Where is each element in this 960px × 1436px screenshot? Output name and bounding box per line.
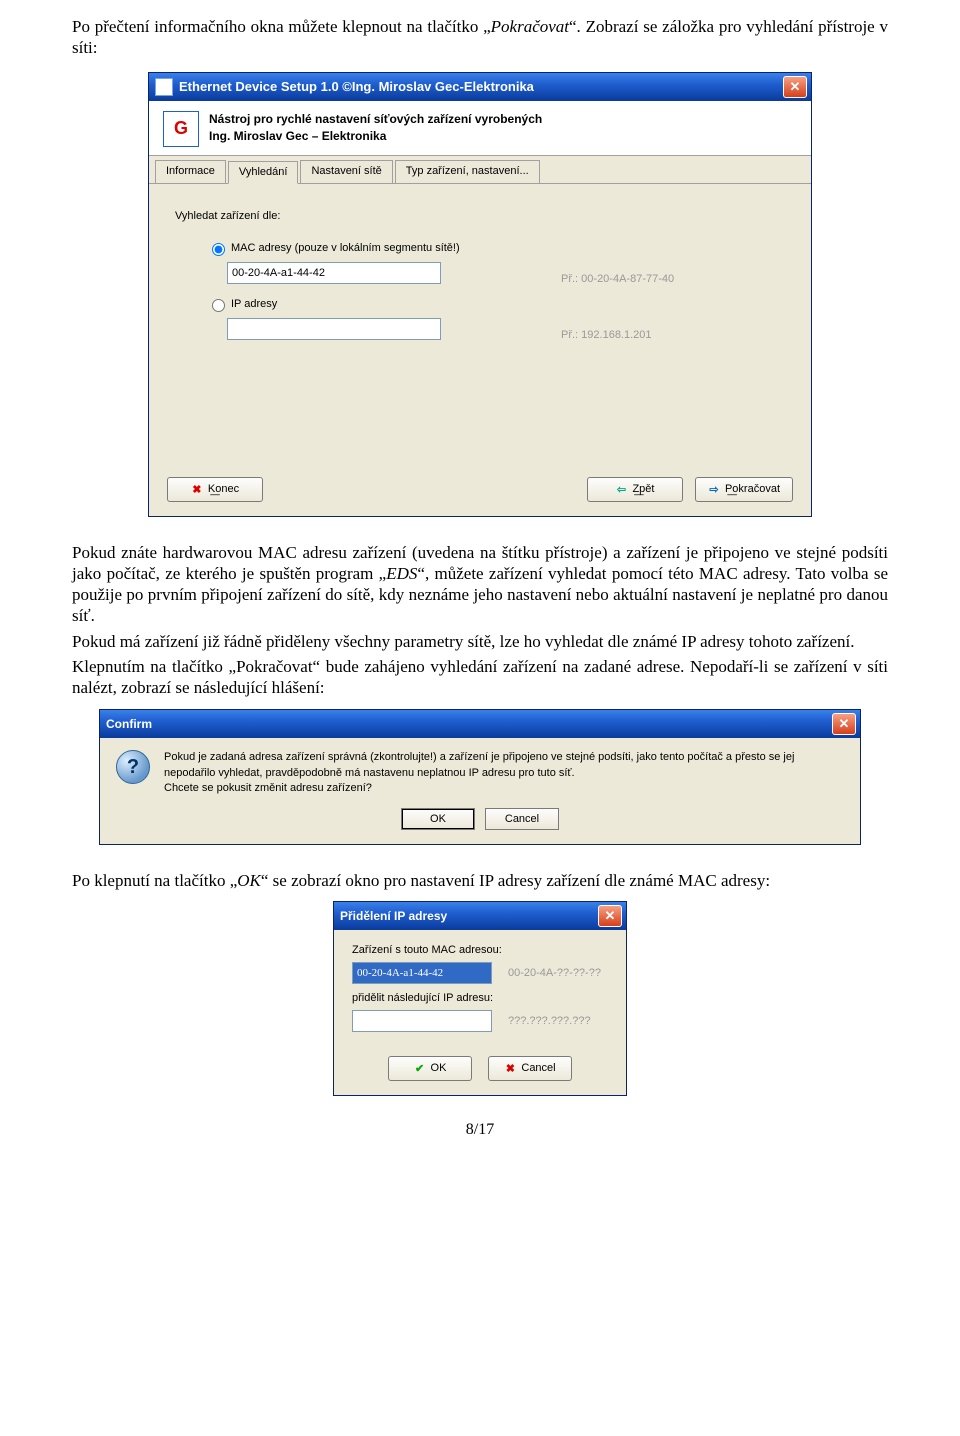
confirm-title: Confirm [106, 717, 832, 731]
titlebar: Confirm ✕ [100, 710, 860, 738]
paragraph-2: Pokud znáte hardwarovou MAC adresu zaříz… [72, 542, 888, 627]
text-italic: Pokračovat [491, 17, 569, 36]
titlebar: Ethernet Device Setup 1.0 ©Ing. Miroslav… [149, 73, 811, 101]
tab-informace[interactable]: Informace [155, 160, 226, 183]
arrow-left-icon: ⇦ [615, 483, 627, 495]
mac-example: Př.: 00-20-4A-87-77-40 [561, 273, 674, 285]
next-label: P͟okračovat [725, 483, 780, 495]
tab-strip: Informace Vyhledání Nastavení sítě Typ z… [149, 156, 811, 184]
brand-icon: G [163, 111, 199, 147]
cancel-label: Cancel [521, 1062, 555, 1074]
assign-mac-input[interactable] [352, 962, 492, 984]
exit-button[interactable]: ✖ K͟onec [167, 477, 263, 502]
close-icon: ✕ [605, 908, 616, 924]
page-number: 8/17 [72, 1121, 888, 1139]
banner-line-2: Ing. Miroslav Gec – Elektronika [209, 128, 542, 145]
confirm-line-1: Pokud je zadaná adresa zařízení správná … [164, 750, 844, 781]
radio-mac-row: MAC adresy (pouze v lokálním segmentu sí… [207, 240, 785, 256]
radio-ip[interactable] [212, 299, 225, 312]
close-button[interactable]: ✕ [832, 713, 856, 735]
close-icon: ✖ [504, 1062, 516, 1074]
confirm-body: ? Pokud je zadaná adresa zařízení správn… [100, 738, 860, 802]
radio-ip-label[interactable]: IP adresy [231, 298, 277, 310]
window-title: Ethernet Device Setup 1.0 ©Ing. Miroslav… [179, 79, 783, 94]
banner: G Nástroj pro rychlé nastavení síťových … [149, 101, 811, 156]
text: Po klepnutí na tlačítko „ [72, 871, 237, 890]
ip-assign-dialog: Přidělení IP adresy ✕ Zařízení s touto M… [334, 902, 626, 1095]
assign-buttons: ✔ OK ✖ Cancel [334, 1050, 626, 1095]
paragraph-1: Po přečtení informačního okna můžete kle… [72, 16, 888, 59]
tab-typ-zarizeni[interactable]: Typ zařízení, nastavení... [395, 160, 540, 183]
titlebar: Přidělení IP adresy ✕ [334, 902, 626, 930]
close-button[interactable]: ✕ [783, 76, 807, 98]
tab-nastaveni-site[interactable]: Nastavení sítě [300, 160, 392, 183]
mac-input[interactable] [227, 262, 441, 284]
confirm-text: Pokud je zadaná adresa zařízení správná … [164, 750, 844, 796]
text-italic: OK [237, 871, 261, 890]
cancel-button[interactable]: ✖ Cancel [488, 1056, 572, 1081]
close-icon: ✕ [790, 79, 801, 95]
confirm-buttons: OK Cancel [100, 802, 860, 844]
text: Po přečtení informačního okna můžete kle… [72, 17, 491, 36]
radio-mac[interactable] [212, 243, 225, 256]
tab-body: Vyhledat zařízení dle: MAC adresy (pouze… [149, 184, 811, 466]
confirm-line-2: Chcete se pokusit změnit adresu zařízení… [164, 781, 844, 796]
ok-button[interactable]: OK [401, 808, 475, 830]
confirm-dialog: Confirm ✕ ? Pokud je zadaná adresa zaříz… [100, 710, 860, 844]
ip-input[interactable] [227, 318, 441, 340]
close-button[interactable]: ✕ [598, 905, 622, 927]
exit-label: K͟onec [208, 483, 239, 495]
setup-window: Ethernet Device Setup 1.0 ©Ing. Miroslav… [149, 73, 811, 516]
ok-button[interactable]: ✔ OK [388, 1056, 472, 1081]
check-icon: ✔ [414, 1062, 426, 1074]
paragraph-3: Pokud má zařízení již řádně přiděleny vš… [72, 631, 888, 652]
assign-ip-input[interactable] [352, 1010, 492, 1032]
text-italic: EDS [386, 564, 417, 583]
arrow-right-icon: ⇨ [708, 483, 720, 495]
next-button[interactable]: ⇨ P͟okračovat [695, 477, 793, 502]
close-icon: ✖ [191, 483, 203, 495]
tab-vyhledani[interactable]: Vyhledání [228, 161, 299, 184]
assign-body: Zařízení s touto MAC adresou: 00-20-4A-?… [334, 930, 626, 1050]
assign-mac-hint: 00-20-4A-??-??-?? [508, 967, 601, 979]
back-button[interactable]: ⇦ Z͟pět [587, 477, 683, 502]
text: “ se zobrazí okno pro nastavení IP adres… [261, 871, 770, 890]
banner-text: Nástroj pro rychlé nastavení síťových za… [209, 111, 542, 147]
button-bar: ✖ K͟onec ⇦ Z͟pět ⇨ P͟okračovat [149, 466, 811, 516]
ip-example: Př.: 192.168.1.201 [561, 329, 652, 341]
paragraph-4: Klepnutím na tlačítko „Pokračovat“ bude … [72, 656, 888, 699]
assign-label-mac: Zařízení s touto MAC adresou: [352, 944, 608, 956]
back-label: Z͟pět [632, 483, 654, 495]
question-icon: ? [116, 750, 150, 784]
radio-ip-row: IP adresy [207, 296, 785, 312]
radio-mac-label[interactable]: MAC adresy (pouze v lokálním segmentu sí… [231, 242, 460, 254]
assign-label-ip: přidělit následující IP adresu: [352, 992, 608, 1004]
paragraph-5: Po klepnutí na tlačítko „OK“ se zobrazí … [72, 870, 888, 891]
assign-ip-hint: ???.???.???.??? [508, 1015, 591, 1027]
ok-label: OK [431, 1062, 447, 1074]
assign-title: Přidělení IP adresy [340, 909, 598, 923]
cancel-button[interactable]: Cancel [485, 808, 559, 830]
app-icon [155, 78, 173, 96]
search-caption: Vyhledat zařízení dle: [175, 210, 785, 222]
banner-line-1: Nástroj pro rychlé nastavení síťových za… [209, 111, 542, 128]
close-icon: ✕ [839, 716, 850, 732]
